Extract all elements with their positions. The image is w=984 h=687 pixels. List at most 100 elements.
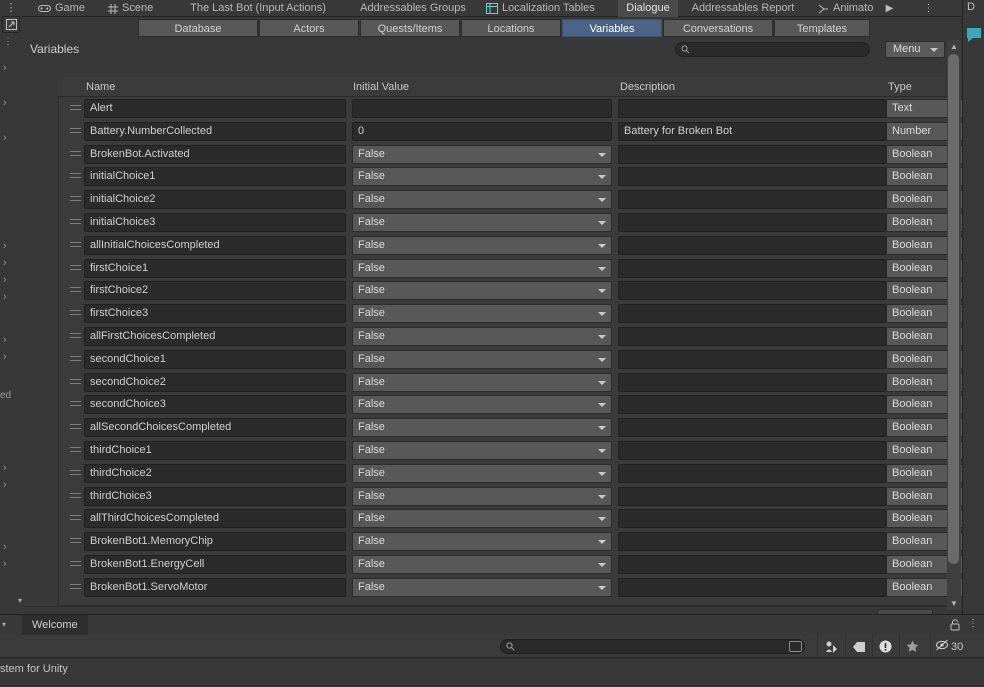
variable-description-field[interactable] — [618, 258, 886, 278]
tree-expand-arrow[interactable]: › — [3, 291, 15, 303]
variable-initial-value-dropdown[interactable]: False — [352, 463, 612, 483]
table-row[interactable]: thirdChoice1 False Boolean — [66, 440, 968, 462]
drag-handle-icon[interactable] — [70, 538, 81, 546]
drag-handle-icon[interactable] — [70, 105, 81, 113]
variable-initial-value-dropdown[interactable]: False — [352, 509, 612, 529]
variable-name-field[interactable]: initialChoice2 — [84, 190, 346, 210]
variable-description-field[interactable] — [618, 509, 886, 529]
table-row[interactable]: allThirdChoicesCompleted False Boolean — [66, 508, 968, 530]
window-tab-input-actions[interactable]: The Last Bot (Input Actions) — [168, 0, 348, 17]
variable-initial-value-dropdown[interactable]: False — [352, 144, 612, 164]
drag-handle-icon[interactable] — [70, 401, 81, 409]
variable-description-field[interactable] — [618, 395, 886, 415]
drag-handle-icon[interactable] — [70, 515, 81, 523]
tree-expand-arrow[interactable]: › — [3, 541, 15, 553]
variable-name-field[interactable]: allInitialChoicesCompleted — [84, 235, 346, 255]
tab-options-kebab-icon[interactable]: ⋮ — [922, 1, 935, 16]
variable-name-field[interactable]: firstChoice3 — [84, 304, 346, 324]
table-row[interactable]: allInitialChoicesCompleted False Boolean — [66, 235, 968, 257]
tab-database[interactable]: Database — [138, 19, 258, 37]
tab-welcome[interactable]: Welcome — [22, 615, 88, 635]
console-search-input[interactable] — [518, 641, 783, 653]
lock-icon[interactable] — [950, 619, 960, 634]
variable-name-field[interactable]: allThirdChoicesCompleted — [84, 509, 346, 529]
variable-initial-value-field[interactable] — [352, 99, 612, 118]
tree-expand-arrow[interactable]: › — [3, 334, 15, 346]
variable-description-field[interactable] — [618, 190, 886, 210]
tab-locations[interactable]: Locations — [461, 19, 561, 37]
drag-handle-icon[interactable] — [70, 492, 81, 501]
variable-initial-value-dropdown[interactable]: False — [352, 167, 612, 187]
variable-name-field[interactable]: BrokenBot1.MemoryChip — [84, 532, 346, 552]
drag-handle-icon[interactable] — [70, 310, 81, 318]
table-row[interactable]: secondChoice3 False Boolean — [66, 394, 968, 416]
table-row[interactable]: firstChoice1 False Boolean — [66, 258, 968, 280]
tree-expand-arrow[interactable]: › — [3, 351, 15, 363]
drag-handle-icon[interactable] — [70, 150, 81, 159]
variable-name-field[interactable]: secondChoice2 — [84, 372, 346, 392]
table-row[interactable]: secondChoice2 False Boolean — [66, 372, 968, 394]
tree-expand-arrow[interactable]: › — [3, 132, 15, 144]
search-picker-icon[interactable] — [789, 641, 802, 652]
table-row[interactable]: Battery.NumberCollected 0 Battery for Brok… — [66, 121, 968, 143]
window-tab-scene[interactable]: Scene — [100, 0, 162, 17]
drag-handle-icon[interactable] — [70, 561, 81, 569]
variable-name-field[interactable]: BrokenBot1.ServoMotor — [84, 577, 346, 597]
variable-description-field[interactable] — [618, 99, 886, 118]
variable-description-field[interactable] — [618, 532, 886, 552]
variables-scrollbar[interactable]: ▲ ▼ — [947, 40, 961, 610]
variable-description-field[interactable] — [618, 349, 886, 369]
tab-quests-items[interactable]: Quests/Items — [360, 19, 460, 37]
variable-name-field[interactable]: thirdChoice1 — [84, 441, 346, 460]
drag-handle-icon[interactable] — [70, 355, 81, 364]
window-tab-addressables-groups[interactable]: Addressables Groups — [348, 0, 478, 17]
variable-initial-value-dropdown[interactable]: False — [352, 235, 612, 255]
table-row[interactable]: secondChoice1 False Boolean — [66, 349, 968, 371]
tree-expand-arrow[interactable]: › — [3, 274, 15, 286]
drag-handle-icon[interactable] — [70, 424, 81, 432]
drag-handle-icon[interactable] — [70, 447, 81, 455]
table-row[interactable]: thirdChoice2 False Boolean — [66, 463, 968, 485]
variable-description-field[interactable] — [618, 235, 886, 255]
tag-filter-icon[interactable] — [845, 635, 871, 658]
table-row[interactable]: initialChoice1 False Boolean — [66, 166, 968, 188]
window-tab-dialogue[interactable]: Dialogue — [618, 0, 678, 17]
search-input[interactable] — [693, 44, 865, 56]
scroll-down-arrow[interactable]: ▼ — [947, 597, 961, 610]
drag-handle-icon[interactable] — [70, 241, 81, 250]
warning-filter-icon[interactable] — [872, 635, 898, 658]
variable-name-field[interactable]: initialChoice1 — [84, 167, 346, 187]
drag-handle-icon[interactable] — [70, 196, 81, 204]
variable-initial-value-dropdown[interactable]: False — [352, 418, 612, 438]
variable-description-field[interactable] — [618, 441, 886, 460]
table-row[interactable]: thirdChoice3 False Boolean — [66, 486, 968, 508]
favorite-star-icon[interactable] — [899, 635, 925, 658]
drag-handle-icon[interactable] — [70, 287, 81, 295]
variable-initial-value-dropdown[interactable]: False — [352, 349, 612, 369]
dock-collapse-caret-icon[interactable]: ▾ — [2, 620, 12, 629]
table-row[interactable]: initialChoice3 False Boolean — [66, 212, 968, 234]
tree-expand-arrow[interactable]: › — [3, 462, 15, 474]
table-row[interactable]: firstChoice2 False Boolean — [66, 280, 968, 302]
variable-name-field[interactable]: firstChoice2 — [84, 281, 346, 301]
window-tab-game[interactable]: Game — [30, 0, 92, 17]
tab-conversations[interactable]: Conversations — [663, 19, 773, 37]
window-tab-animator[interactable]: Animato — [810, 0, 888, 17]
left-panel-kebab-icon[interactable]: ⋮ — [4, 2, 18, 16]
variable-description-field[interactable] — [618, 372, 886, 392]
tab-variables[interactable]: Variables — [562, 19, 662, 37]
menu-button[interactable]: Menu — [885, 41, 945, 58]
variable-description-field[interactable] — [618, 327, 886, 346]
drag-handle-icon[interactable] — [70, 378, 81, 387]
tree-expand-arrow[interactable]: › — [3, 240, 15, 252]
tab-templates[interactable]: Templates — [774, 19, 870, 37]
table-row[interactable]: initialChoice2 False Boolean — [66, 189, 968, 211]
variable-description-field[interactable] — [618, 486, 886, 506]
variable-name-field[interactable]: secondChoice1 — [84, 349, 346, 369]
variable-description-field[interactable] — [618, 577, 886, 597]
variable-description-field[interactable] — [618, 167, 886, 187]
variable-description-field[interactable] — [618, 213, 886, 232]
variable-initial-value-dropdown[interactable]: False — [352, 281, 612, 301]
drag-handle-icon[interactable] — [70, 264, 81, 273]
variable-description-field[interactable] — [618, 304, 886, 324]
